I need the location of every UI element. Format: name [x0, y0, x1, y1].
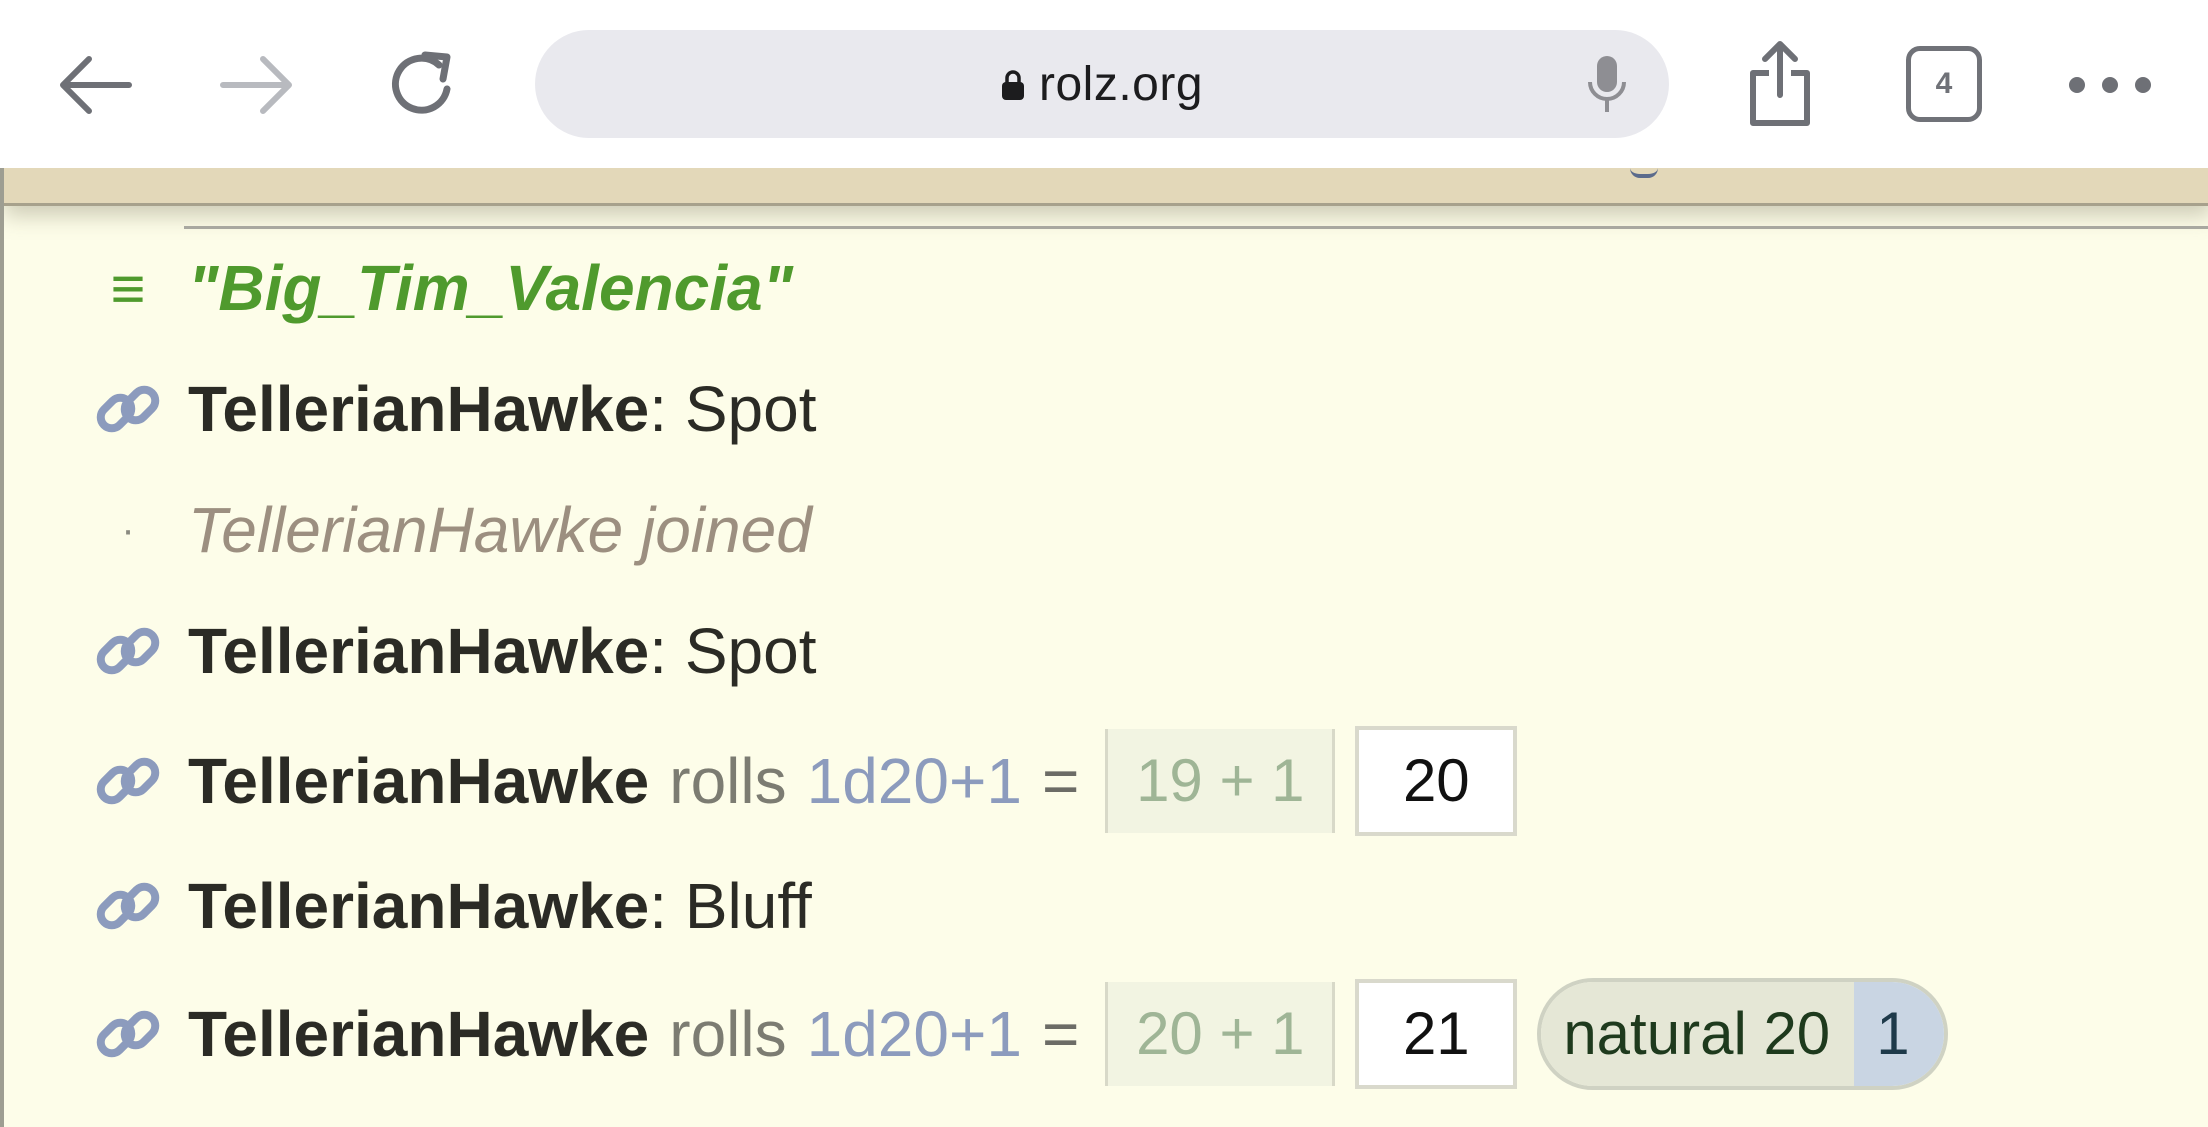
- rolls-word: rolls: [669, 745, 787, 817]
- permalink-button[interactable]: [92, 998, 164, 1070]
- roll-detail: 20 + 1: [1105, 982, 1336, 1086]
- link-icon: [96, 757, 160, 805]
- roll-text: TellerianHawke rolls 1d20+1 = 20 + 1 21 …: [188, 975, 1948, 1093]
- message-body: : Spot: [649, 373, 817, 445]
- permalink-button[interactable]: [92, 615, 164, 687]
- forward-button[interactable]: [212, 40, 302, 130]
- address-bar[interactable]: rolz.org: [535, 30, 1669, 138]
- message-text: TellerianHawke: Spot: [188, 359, 816, 459]
- roll-result: 21: [1355, 979, 1518, 1089]
- lock-icon: [1001, 70, 1024, 100]
- more-icon: [2069, 77, 2151, 93]
- link-icon: [96, 1010, 160, 1058]
- dice-roll: TellerianHawke rolls 1d20+1 = 19 + 1 20: [4, 724, 2208, 838]
- url-display: rolz.org: [535, 30, 1669, 138]
- equals-sign: =: [1041, 998, 1080, 1070]
- equals-sign: =: [1041, 745, 1080, 817]
- arrow-right-icon: [220, 56, 292, 114]
- share-button[interactable]: [1732, 34, 1828, 134]
- chat-message: TellerianHawke: Spot: [4, 601, 2208, 701]
- username[interactable]: TellerianHawke: [188, 359, 649, 459]
- event-text: TellerianHawke joined: [188, 494, 812, 566]
- message-text: TellerianHawke: Bluff: [188, 856, 812, 956]
- topic-row: ≡ "Big_Tim_Valencia": [4, 238, 2208, 338]
- arrow-left-icon: [60, 56, 132, 114]
- dice-expression[interactable]: 1d20+1: [807, 975, 1022, 1093]
- event-text-wrap: TellerianHawke joined: [188, 480, 812, 580]
- link-icon: [96, 627, 160, 675]
- dice-expression[interactable]: 1d20+1: [807, 724, 1022, 838]
- message-text: TellerianHawke: Spot: [188, 601, 816, 701]
- link-icon: [96, 385, 160, 433]
- share-icon: [1750, 41, 1810, 126]
- room-header-band: [4, 168, 2208, 206]
- badge-label: natural 20: [1541, 982, 1855, 1086]
- username[interactable]: TellerianHawke: [188, 601, 649, 701]
- chat-message: TellerianHawke: Spot: [4, 359, 2208, 459]
- username[interactable]: TellerianHawke: [188, 975, 649, 1093]
- browser-toolbar: rolz.org 4: [0, 0, 2208, 168]
- system-event: · TellerianHawke joined: [4, 480, 2208, 580]
- message-body: : Bluff: [649, 870, 812, 942]
- dice-roll: TellerianHawke rolls 1d20+1 = 20 + 1 21 …: [4, 975, 2208, 1093]
- bullet-icon: ·: [121, 507, 135, 552]
- tabs-button[interactable]: 4: [1906, 46, 1982, 122]
- badge-count: 1: [1854, 982, 1944, 1086]
- rolls-word: rolls: [669, 998, 787, 1070]
- header-fragment: [1630, 168, 1658, 178]
- back-button[interactable]: [50, 40, 140, 130]
- tab-count: 4: [1935, 67, 1953, 100]
- room-topic: "Big_Tim_Valencia": [188, 252, 793, 324]
- username[interactable]: TellerianHawke: [188, 856, 649, 956]
- username[interactable]: TellerianHawke: [188, 724, 649, 838]
- chat-page: ≡ "Big_Tim_Valencia" TellerianHawke: Spo…: [0, 168, 2208, 1127]
- reload-icon: [392, 51, 451, 114]
- natural-roll-badge: natural 20 1: [1537, 978, 1948, 1090]
- more-button[interactable]: [2060, 50, 2160, 120]
- separator-line: [184, 226, 2208, 229]
- roll-result: 20: [1355, 726, 1518, 836]
- menu-icon: ≡: [110, 254, 146, 322]
- link-icon: [96, 882, 160, 930]
- menu-button[interactable]: ≡: [92, 252, 164, 324]
- message-body: : Spot: [649, 615, 817, 687]
- roll-text: TellerianHawke rolls 1d20+1 = 19 + 1 20: [188, 724, 1518, 838]
- reload-button[interactable]: [378, 40, 468, 130]
- permalink-button[interactable]: [92, 373, 164, 445]
- topic-text-wrap: "Big_Tim_Valencia": [188, 238, 793, 338]
- event-bullet: ·: [92, 494, 164, 566]
- url-text: rolz.org: [1038, 57, 1204, 111]
- microphone-icon[interactable]: [1587, 54, 1627, 116]
- permalink-button[interactable]: [92, 870, 164, 942]
- permalink-button[interactable]: [92, 745, 164, 817]
- chat-message: TellerianHawke: Bluff: [4, 856, 2208, 956]
- roll-detail: 19 + 1: [1105, 729, 1336, 833]
